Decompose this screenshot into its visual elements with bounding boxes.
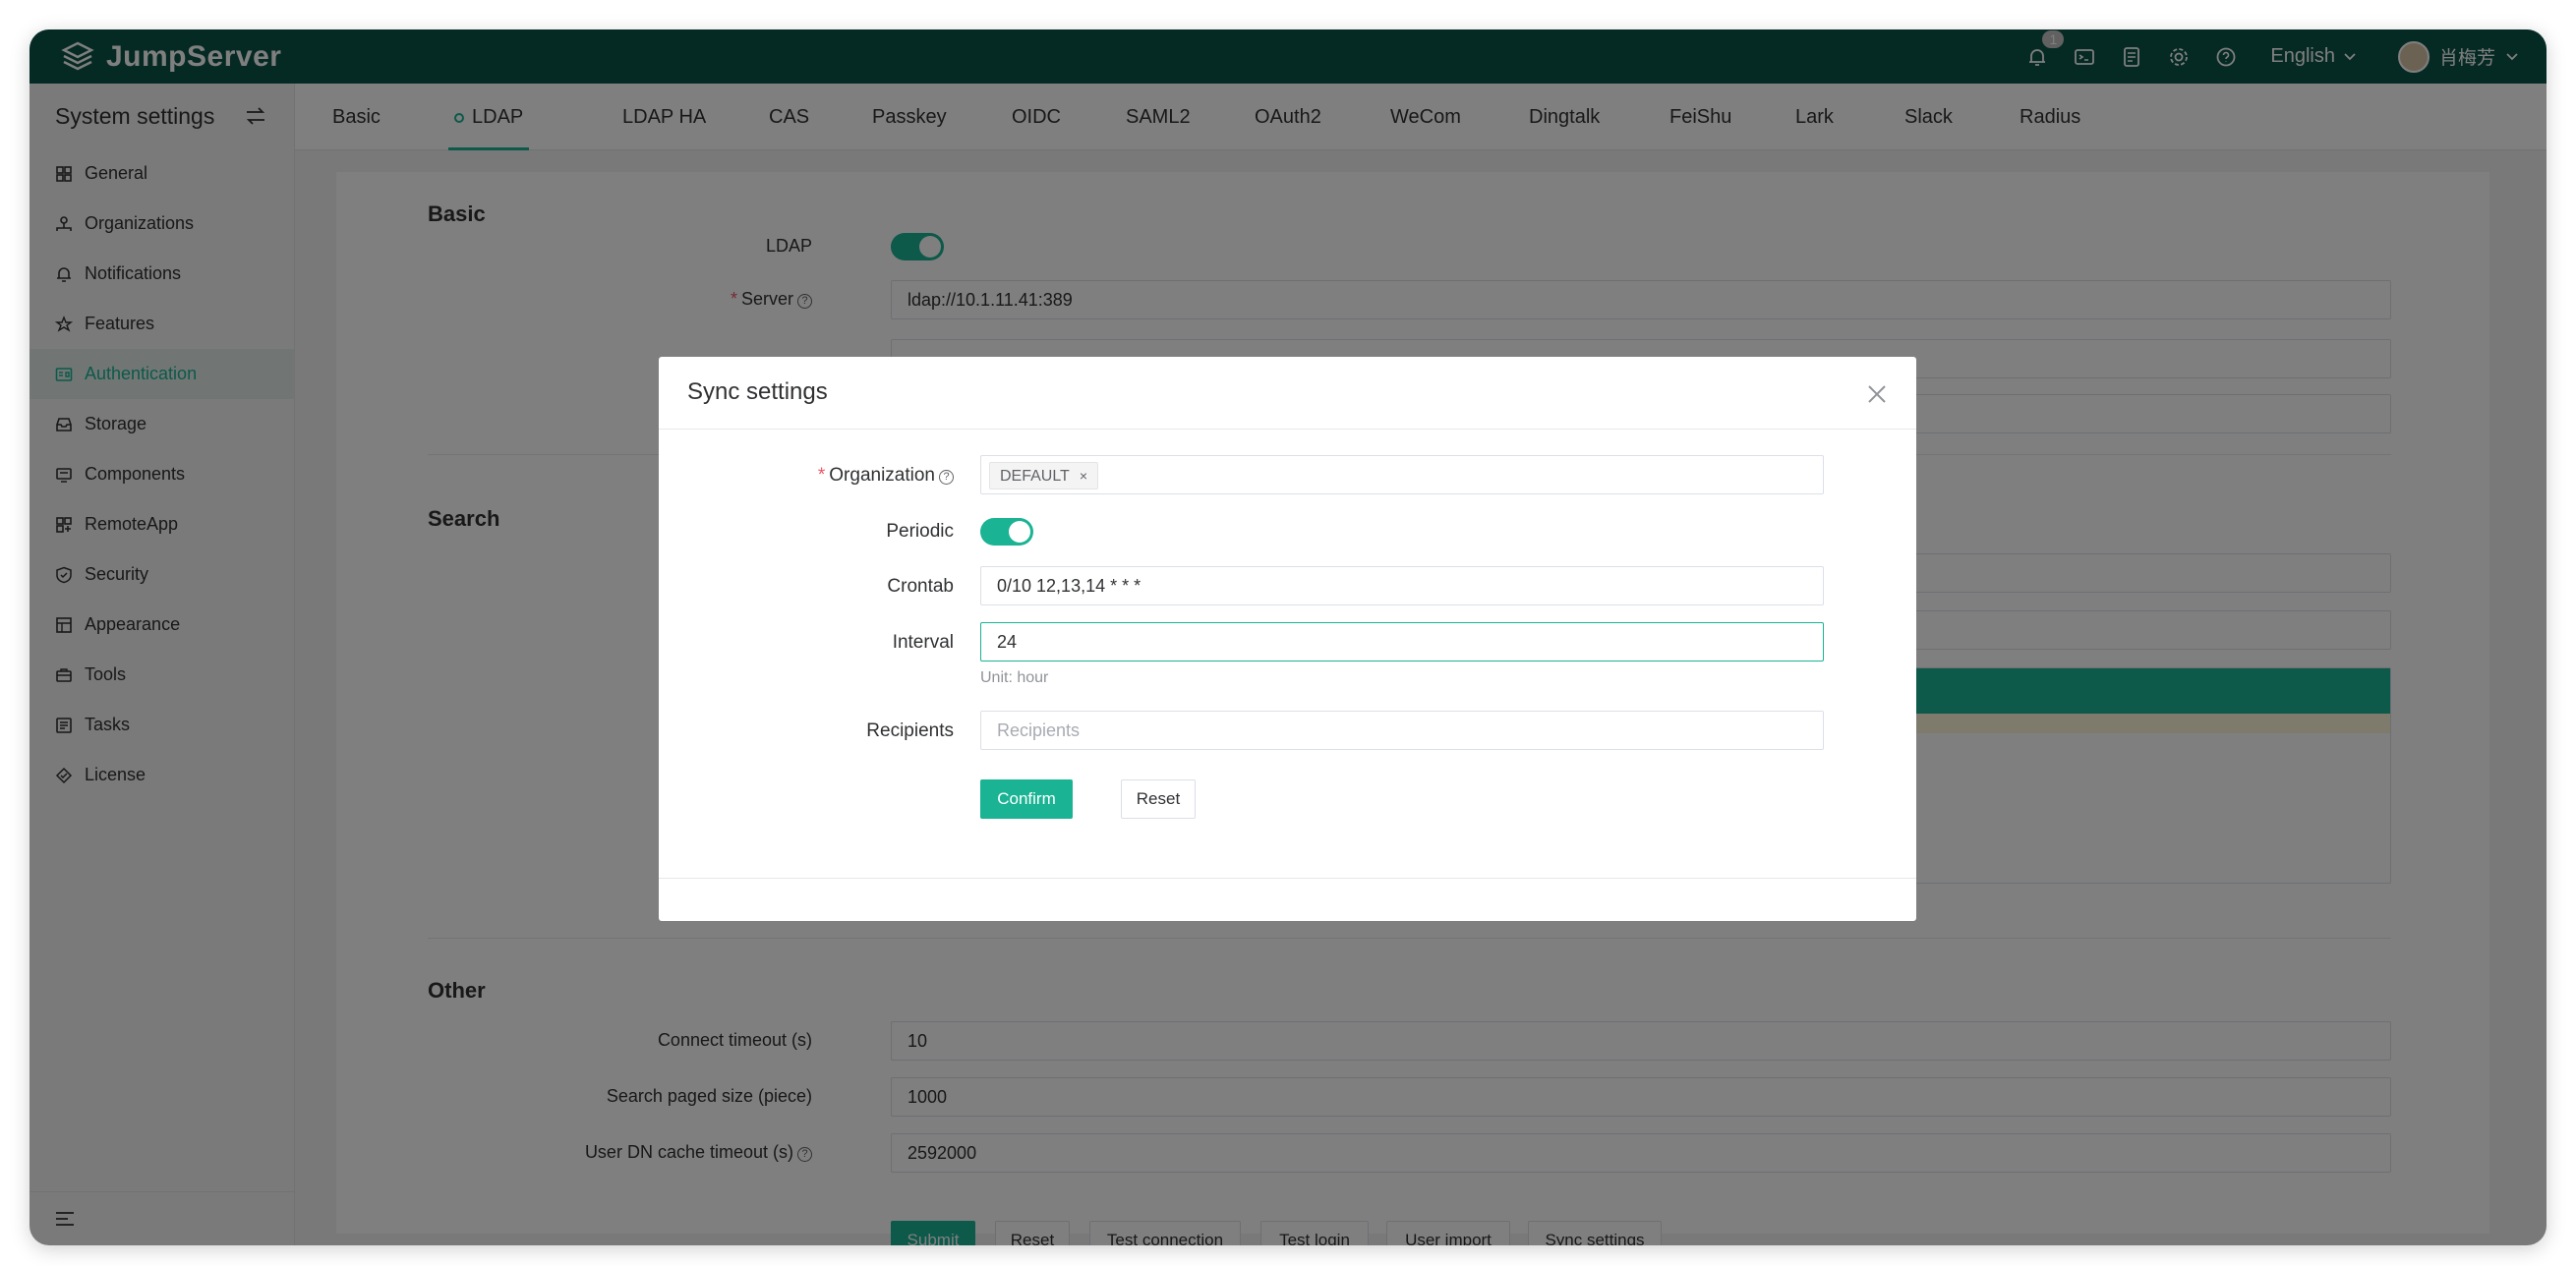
confirm-button[interactable]: Confirm <box>980 779 1073 819</box>
organization-select[interactable]: DEFAULT × <box>980 455 1824 494</box>
interval-hint: Unit: hour <box>980 669 1049 686</box>
organization-label: * Organization? <box>659 465 954 487</box>
help-icon: ? <box>939 470 954 485</box>
sync-settings-dialog: Sync settings * Organization? DEFAULT × Pe… <box>659 357 1916 921</box>
dialog-reset-button[interactable]: Reset <box>1121 779 1196 819</box>
recipients-placeholder: Recipients <box>997 720 1081 740</box>
tag-close-icon[interactable]: × <box>1080 468 1087 484</box>
organization-tag: DEFAULT × <box>989 462 1099 489</box>
interval-label: Interval <box>892 632 954 653</box>
crontab-input[interactable]: 0/10 12,13,14 * * * <box>980 566 1824 605</box>
dialog-title: Sync settings <box>687 378 828 405</box>
dialog-header: Sync settings <box>659 357 1916 430</box>
crontab-label: Crontab <box>887 576 954 597</box>
dialog-footer <box>659 878 1916 921</box>
periodic-label: Periodic <box>886 521 954 542</box>
close-icon[interactable] <box>1867 384 1887 404</box>
recipients-select[interactable]: Recipients <box>980 711 1824 750</box>
app-window: JumpServer 1 English <box>29 29 2547 1245</box>
recipients-label: Recipients <box>866 720 954 741</box>
interval-input[interactable]: 24 <box>980 622 1824 662</box>
periodic-toggle[interactable] <box>980 518 1033 546</box>
